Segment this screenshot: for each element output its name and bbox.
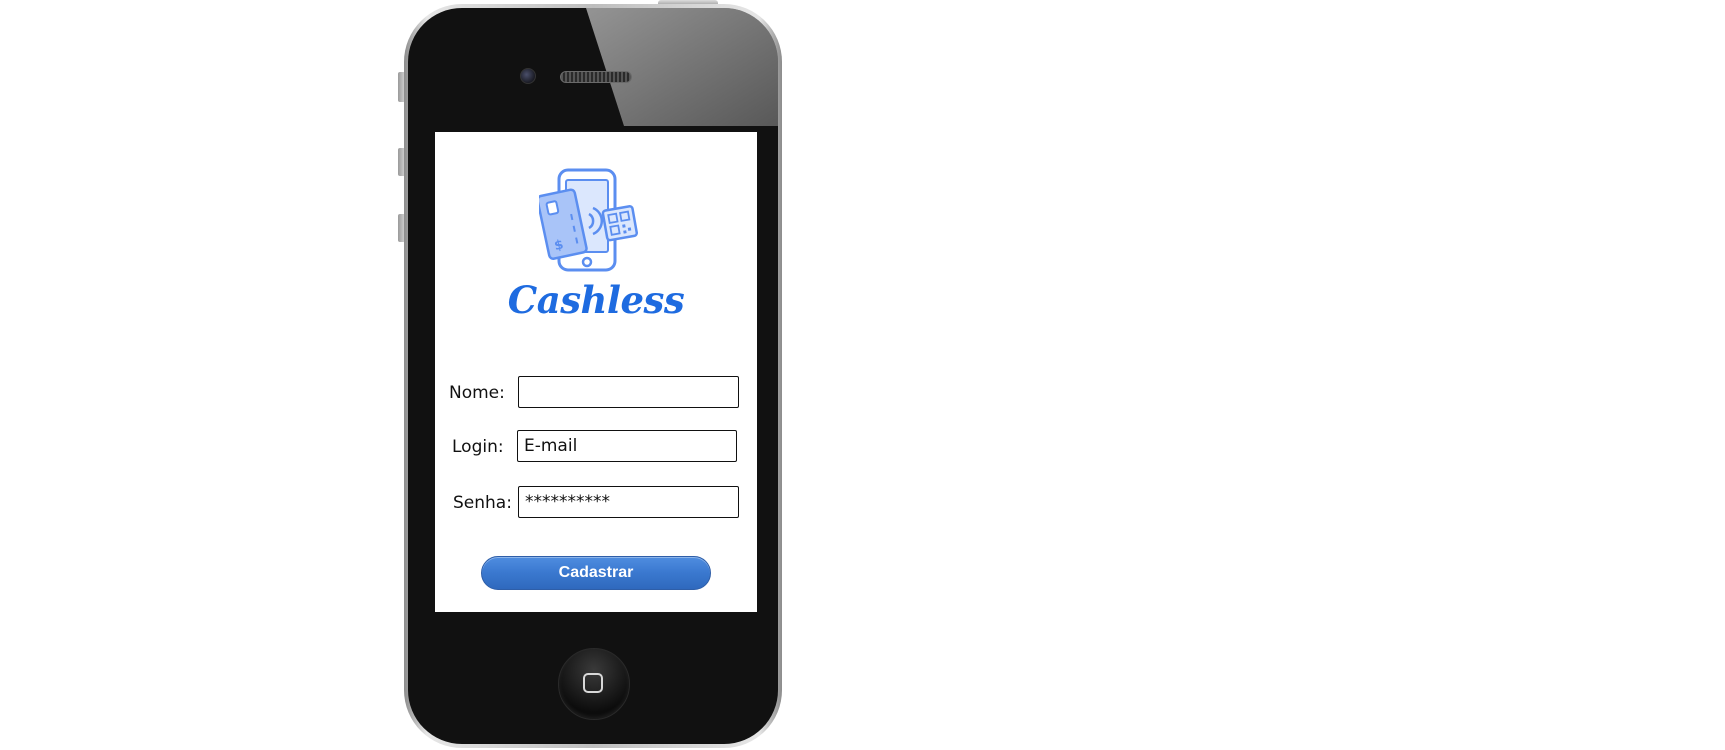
home-button[interactable] — [558, 648, 630, 720]
password-label: Senha: — [453, 493, 512, 513]
name-row: Nome: — [435, 376, 757, 410]
phone-frame: $ Cashless Nome: Login: E-mail Senha: **… — [404, 4, 782, 748]
login-row: Login: — [435, 430, 757, 464]
logo-area: $ Cashless — [435, 132, 757, 332]
earpiece-speaker — [560, 71, 632, 83]
front-camera — [520, 68, 536, 84]
mobile-payment-icon: $ — [539, 168, 638, 272]
register-button[interactable]: Cadastrar — [481, 556, 711, 590]
phone-bezel: $ Cashless Nome: Login: E-mail Senha: **… — [408, 8, 778, 744]
password-row: Senha: — [435, 486, 757, 520]
name-label: Nome: — [449, 383, 505, 403]
home-square-icon — [583, 673, 603, 693]
login-input[interactable] — [517, 430, 737, 462]
name-input[interactable] — [518, 376, 739, 408]
login-label: Login: — [452, 437, 504, 457]
brand-name: Cashless — [507, 278, 685, 322]
app-screen: $ Cashless Nome: Login: E-mail Senha: **… — [435, 132, 757, 612]
canvas: $ Cashless Nome: Login: E-mail Senha: **… — [0, 0, 1725, 750]
password-input[interactable] — [518, 486, 739, 518]
